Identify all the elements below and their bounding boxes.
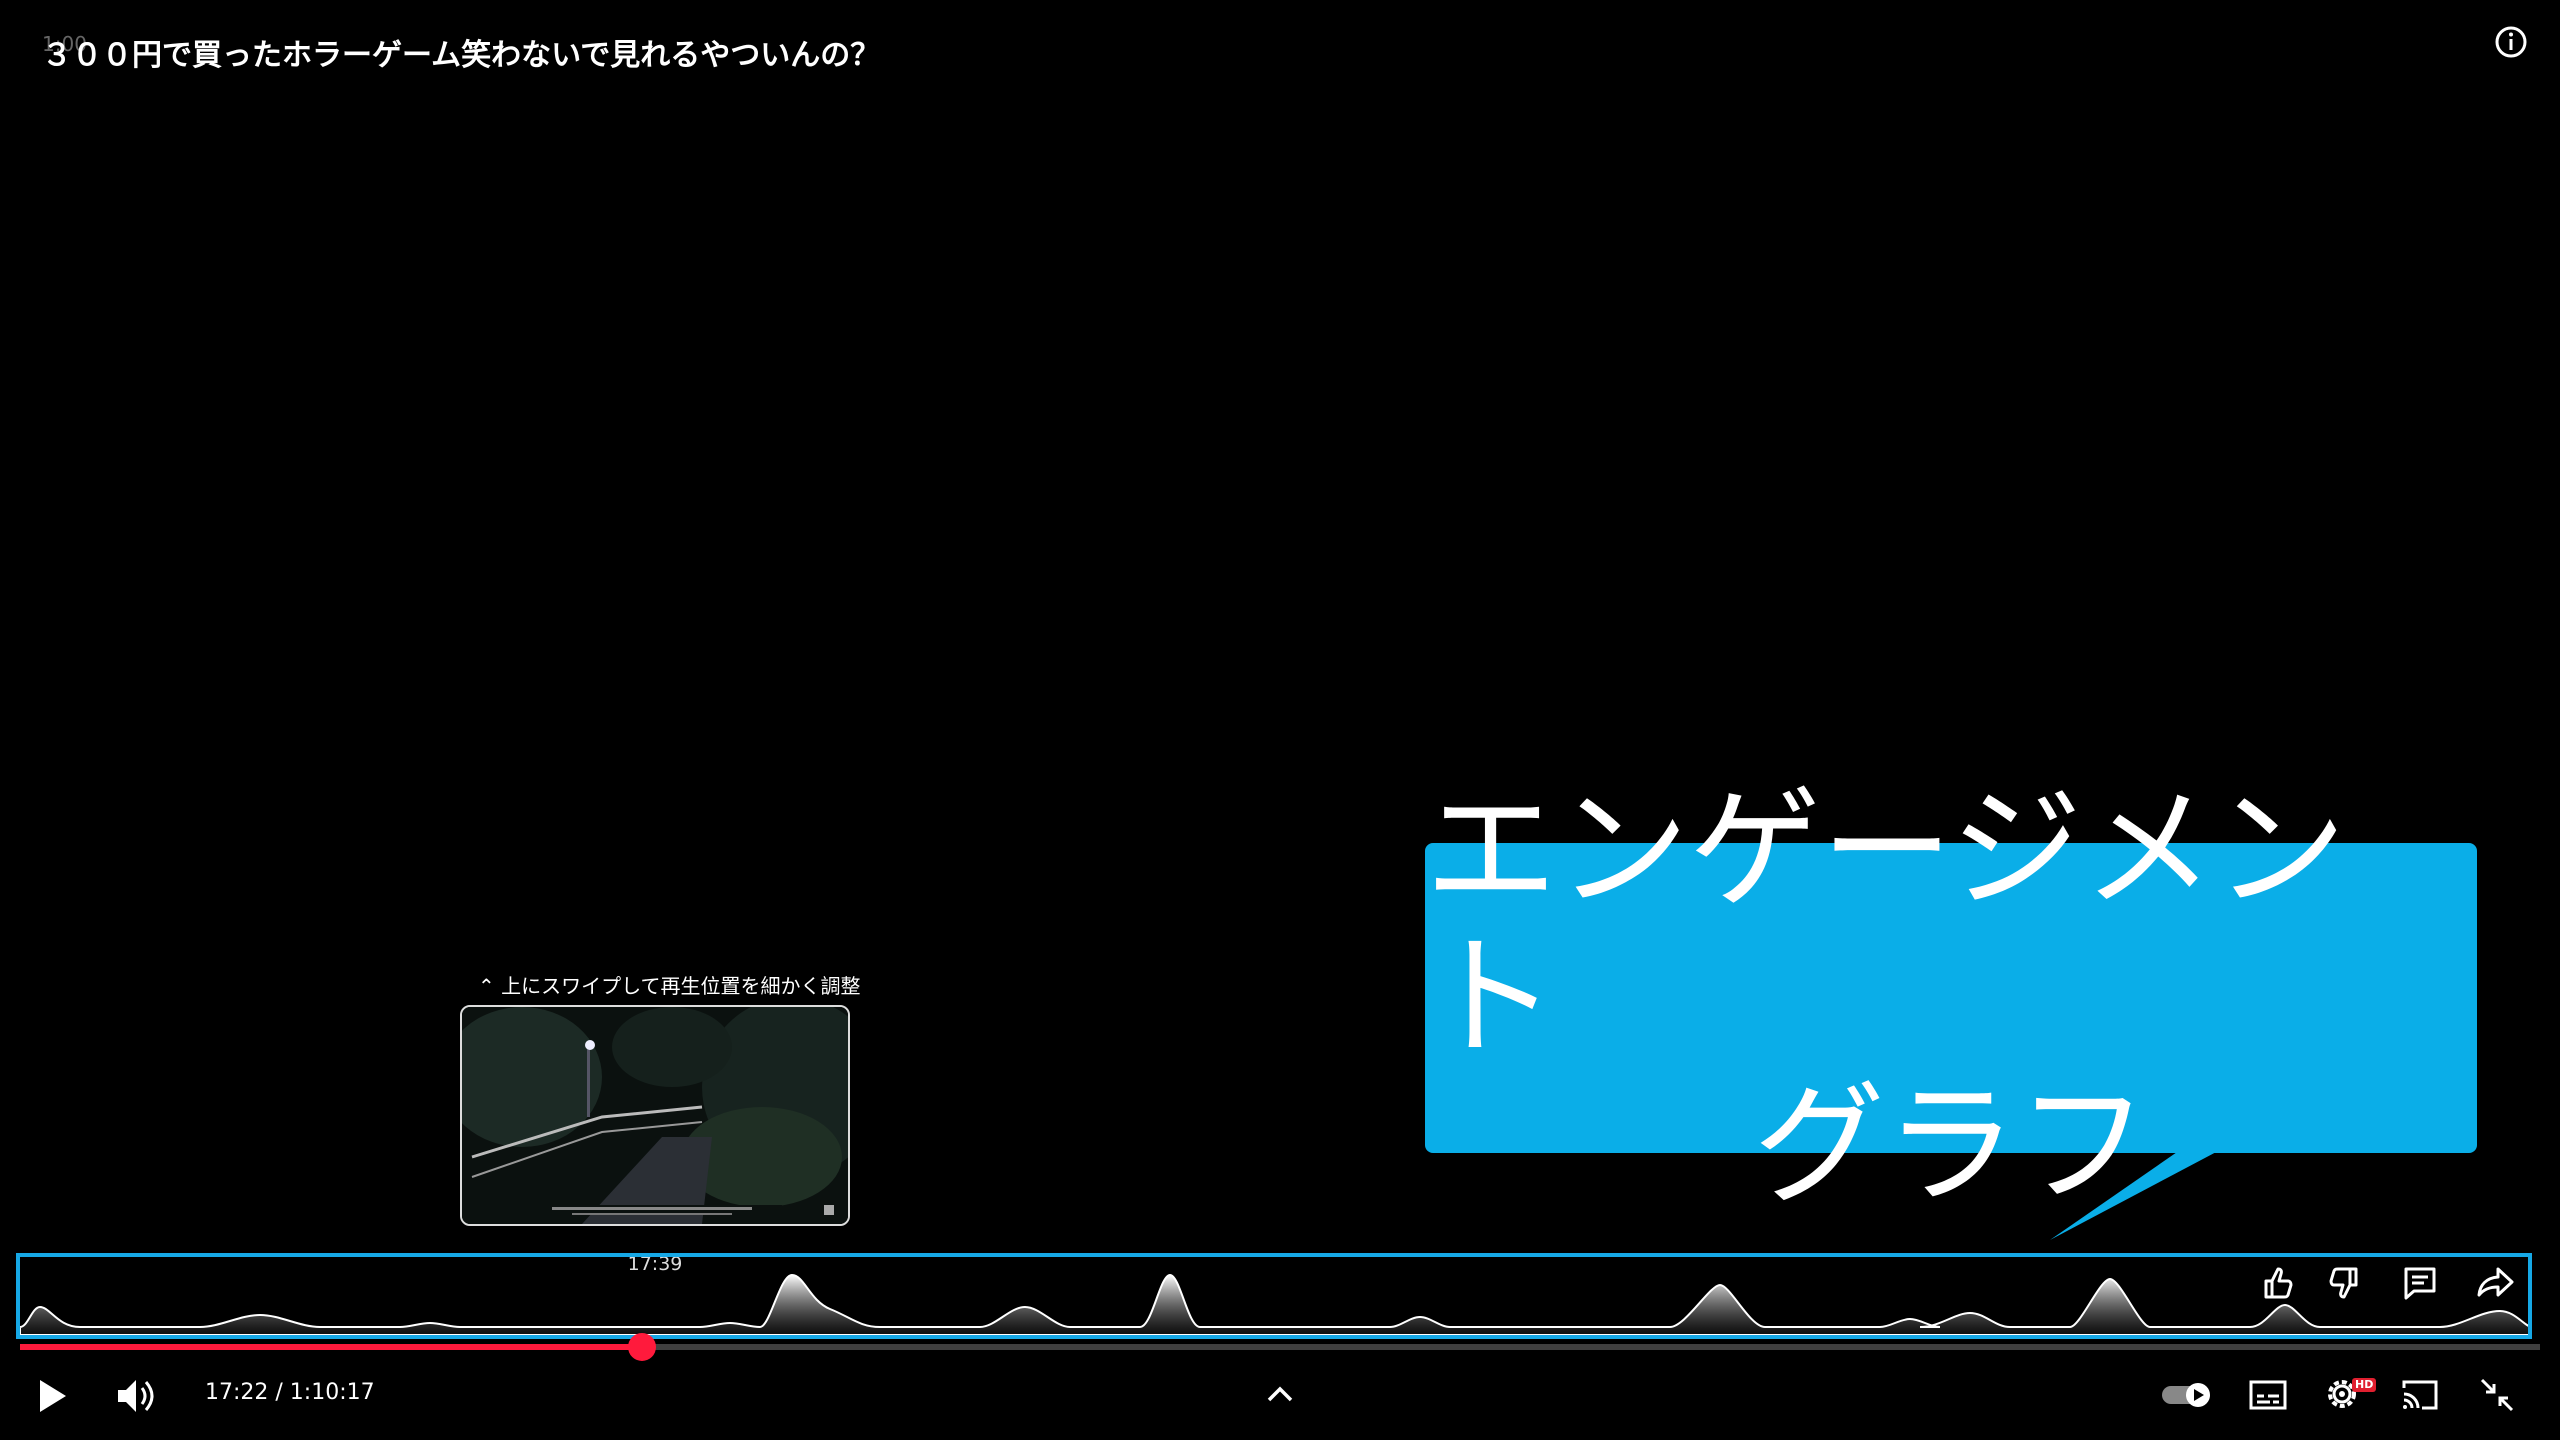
thumbs-down-icon[interactable]: [2324, 1263, 2364, 1303]
play-icon[interactable]: [34, 1376, 70, 1416]
engagement-graph-highlight: [16, 1253, 2532, 1339]
progress-bar[interactable]: [20, 1333, 2540, 1361]
chevron-up-icon[interactable]: [1264, 1382, 1296, 1406]
captions-icon[interactable]: [2248, 1378, 2288, 1412]
video-player[interactable]: 1:00 ３００円で買ったホラーゲーム笑わないで見れるやついんの？ ⌃ 上にスワ…: [0, 0, 2560, 1440]
volume-icon[interactable]: [114, 1374, 158, 1418]
info-icon[interactable]: [2493, 24, 2529, 60]
cast-icon[interactable]: [2400, 1378, 2440, 1412]
comment-icon[interactable]: [2400, 1263, 2440, 1303]
video-title: ３００円で買ったホラーゲーム笑わないで見れるやついんの？: [42, 38, 881, 73]
share-icon[interactable]: [2476, 1263, 2516, 1303]
callout-line-2: グラフ: [1753, 1069, 2149, 1223]
time-display: 17:22 / 1:10:17: [205, 1380, 375, 1405]
callout-line-1: エンゲージメント: [1425, 773, 2347, 1075]
thumbs-up-icon[interactable]: [2258, 1263, 2298, 1303]
autoplay-toggle-icon[interactable]: [2160, 1380, 2214, 1410]
progress-played: [20, 1344, 643, 1350]
exit-fullscreen-icon[interactable]: [2478, 1376, 2516, 1414]
seek-preview-thumbnail: [460, 1005, 850, 1226]
engagement-graph-callout: エンゲージメント グラフ: [1425, 776, 2477, 1220]
hd-badge: HD: [2352, 1378, 2377, 1392]
callout-pointer: [2050, 1150, 2220, 1240]
swipe-hint: ⌃ 上にスワイプして再生位置を細かく調整: [478, 974, 861, 998]
progress-scrubber[interactable]: [628, 1333, 657, 1361]
